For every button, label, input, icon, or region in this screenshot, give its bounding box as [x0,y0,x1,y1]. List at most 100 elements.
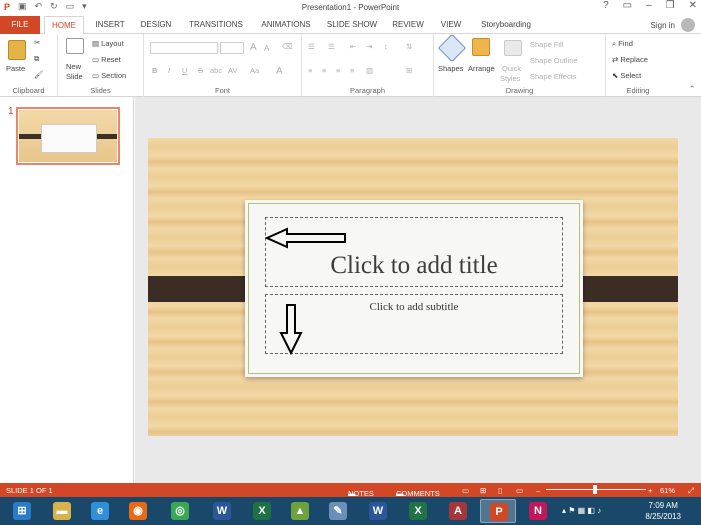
taskbar-chrome-button[interactable]: ◎ [162,499,198,523]
text-direction-icon[interactable]: ⇅ [406,42,412,51]
reading-view-icon[interactable]: ▯ [498,486,502,495]
zoom-in-button[interactable]: + [648,486,652,495]
decrease-indent-icon[interactable]: ⇤ [350,42,356,51]
character-spacing-button[interactable]: AV [228,66,237,75]
ribbon-display-options-icon[interactable]: ▭ [623,0,632,11]
powerpoint-2013-icon: P [490,503,508,521]
collapse-ribbon-icon[interactable]: ⌃ [689,84,695,93]
zoom-slider-thumb[interactable] [593,485,597,494]
close-button[interactable]: ✕ [689,0,697,11]
tab-view[interactable]: VIEW [434,16,468,34]
taskbar-paint-button[interactable]: ✎ [320,499,356,523]
shape-effects-button[interactable]: Shape Effects [530,72,577,81]
grow-font-button[interactable]: A [250,42,257,53]
increase-indent-icon[interactable]: ⇥ [366,42,372,51]
align-center-icon[interactable]: ≡ [322,66,326,75]
change-case-button[interactable]: Aa [250,66,259,75]
taskbar: 7:09 AM 8/25/2013 ▴ ⚑ ▦ ◧ ♪ ⊞ ▬ e ◉ ◎ W X ▲ ✎ W X A… [0,497,701,525]
cut-icon[interactable]: ✂ [34,38,40,47]
replace-button[interactable]: ⇄ Replace [612,55,648,64]
zoom-out-button[interactable]: – [536,486,540,495]
taskbar-excel-2010-button[interactable]: X [244,499,280,523]
tab-file[interactable]: FILE [0,16,40,34]
window-controls: ? ▭ – ❐ ✕ [603,0,697,11]
taskbar-excel-2013-button[interactable]: X [400,499,436,523]
tab-home[interactable]: HOME [44,16,84,35]
bullets-icon[interactable]: ☰ [308,42,315,51]
quick-styles-button-line2[interactable]: Styles [500,74,520,83]
slides-group: New Slide ▤ Layout ▭ Reset ▭ Section Sli… [58,34,144,97]
taskbar-access-2013-button[interactable]: A [440,499,476,523]
shape-fill-button[interactable]: Shape Fill [530,40,563,49]
italic-button[interactable]: I [168,66,170,75]
copy-icon[interactable]: ⧉ [34,54,39,64]
tab-storyboarding[interactable]: Storyboarding [474,16,538,34]
slide-canvas[interactable]: Click to add title Click to add subtitle [148,138,678,436]
format-painter-icon[interactable]: 🖌 [34,70,44,79]
sign-in-link[interactable]: Sign in [651,21,675,30]
shape-outline-button[interactable]: Shape Outline [530,56,578,65]
tab-animations[interactable]: ANIMATIONS [254,16,318,34]
taskbar-onenote-button[interactable]: N [520,499,556,523]
tab-review[interactable]: REVIEW [388,16,428,34]
slide-sorter-icon[interactable]: ⊞ [480,486,486,495]
taskbar-firefox-button[interactable]: ◉ [120,499,156,523]
tab-transitions[interactable]: TRANSITIONS [184,16,248,34]
subtitle-placeholder[interactable]: Click to add subtitle [265,294,563,354]
notification-area[interactable]: ▴ ⚑ ▦ ◧ ♪ [562,506,601,515]
slide-thumbnail[interactable] [16,107,120,165]
fit-slide-icon[interactable]: ⤢ [688,486,694,496]
tab-design[interactable]: DESIGN [136,16,176,34]
new-slide-icon[interactable] [66,38,84,54]
text-shadow-button[interactable]: abc [210,66,222,75]
reset-button[interactable]: ▭ Reset [92,55,121,64]
slide-show-icon[interactable]: ▭ [516,486,523,495]
taskbar-powerpoint-2013-button[interactable]: P [480,499,516,523]
shapes-button[interactable]: Shapes [438,64,463,73]
taskbar-internet-explorer-button[interactable]: e [82,499,118,523]
minimize-button[interactable]: – [646,0,652,11]
clear-formatting-icon[interactable]: ⌫ [282,42,293,51]
align-left-icon[interactable]: ≡ [308,66,312,75]
font-color-button[interactable]: A [276,66,283,77]
font-name-input[interactable] [150,42,218,54]
new-slide-button-line2[interactable]: Slide [66,72,83,81]
shrink-font-button[interactable]: A [264,44,269,53]
new-slide-button-line1[interactable]: New [66,62,81,71]
bold-button[interactable]: B [152,66,157,75]
arrange-button[interactable]: Arrange [468,64,495,73]
strikethrough-button[interactable]: S [198,66,203,75]
shapes-icon[interactable] [437,33,467,63]
paste-icon[interactable] [8,40,26,60]
arrange-icon[interactable] [472,38,490,56]
justify-icon[interactable]: ≡ [350,66,354,75]
quick-styles-icon[interactable] [504,40,522,56]
taskbar-word-2013-button[interactable]: W [360,499,396,523]
taskbar-start-button[interactable]: ⊞ [4,499,40,523]
columns-icon[interactable]: ▥ [366,66,373,75]
align-right-icon[interactable]: ≡ [336,66,340,75]
help-button[interactable]: ? [603,0,609,11]
taskbar-image-viewer-button[interactable]: ▲ [282,499,318,523]
paste-button[interactable]: Paste [6,64,25,73]
restore-button[interactable]: ❐ [666,0,675,11]
smartart-icon[interactable]: ⊞ [406,66,412,75]
user-avatar-icon[interactable] [681,18,695,32]
layout-button[interactable]: ▤ Layout [92,39,124,48]
select-button[interactable]: ⬉ Select [612,71,641,80]
normal-view-icon[interactable]: ▭ [462,486,469,495]
quick-styles-button-line1[interactable]: Quick [502,64,521,73]
taskbar-explorer-button[interactable]: ▬ [44,499,80,523]
find-button[interactable]: ⌕ Find [612,39,633,49]
numbering-icon[interactable]: ☰ [328,42,335,51]
font-size-input[interactable] [220,42,244,54]
tab-insert[interactable]: INSERT [90,16,130,34]
taskbar-word-2010-button[interactable]: W [204,499,240,523]
start-icon: ⊞ [13,502,31,520]
section-button[interactable]: ▭ Section [92,71,126,80]
tab-slide-show[interactable]: SLIDE SHOW [324,16,380,34]
zoom-level[interactable]: 61% [660,486,675,495]
line-spacing-icon[interactable]: ↕ [384,42,388,51]
system-clock[interactable]: 7:09 AM 8/25/2013 [645,500,681,522]
underline-button[interactable]: U [182,66,187,75]
